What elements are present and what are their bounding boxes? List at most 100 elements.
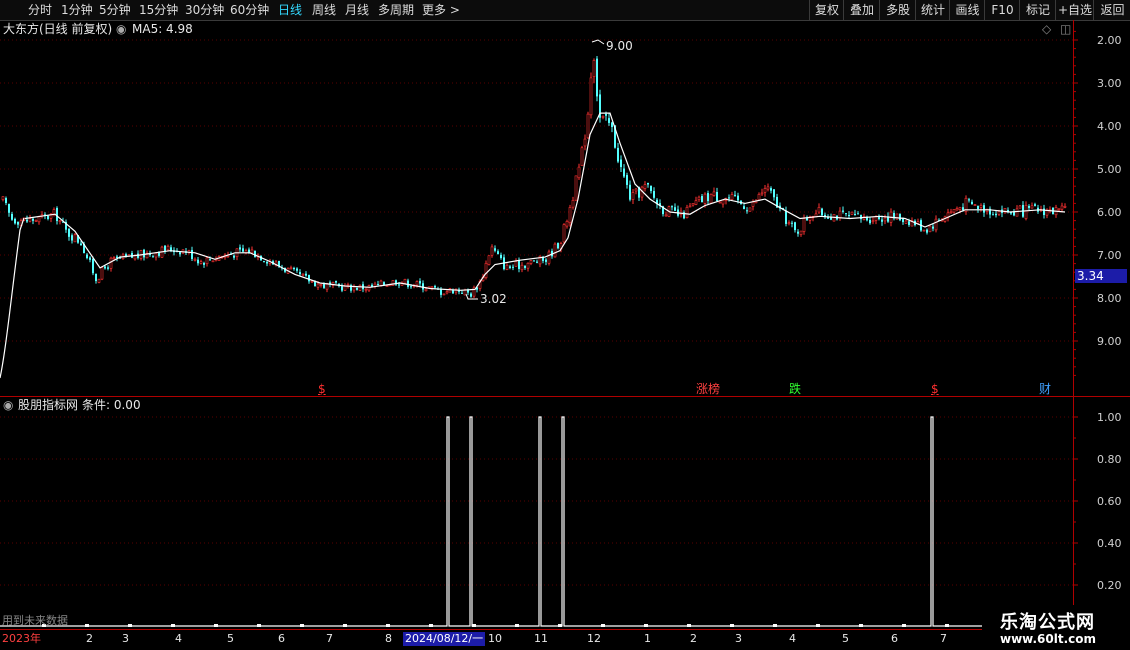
candle-body — [301, 273, 305, 276]
x-axis-label: 12 — [587, 632, 601, 645]
candle-body — [869, 219, 871, 224]
x-axis-label: 2 — [86, 632, 93, 645]
indicator-y-label: 0.60 — [1097, 495, 1122, 508]
candle-body — [748, 207, 752, 212]
candle-body — [364, 288, 368, 291]
candle-body — [802, 218, 806, 232]
candle-body — [410, 286, 412, 288]
event-marker[interactable]: 涨榜 — [696, 382, 720, 396]
candle-body — [962, 207, 964, 211]
candle-body — [592, 60, 596, 77]
candle-body — [536, 261, 538, 263]
indicator-dot — [257, 624, 261, 627]
candle-body — [335, 281, 337, 283]
candle-body — [211, 260, 215, 263]
candle-body — [565, 221, 569, 227]
candle-body — [854, 213, 856, 216]
chart-area: 9.00 8.00 7.00 6.00 5.00 4.00 3.00 2.00 1.00 0.80… — [0, 20, 1130, 648]
candle-body — [377, 283, 379, 285]
indicator-dot — [343, 624, 347, 627]
candle-body — [703, 193, 707, 204]
candle-body — [179, 252, 181, 255]
candle-body — [928, 225, 932, 233]
x-axis-label: 6 — [891, 632, 898, 645]
candle-body — [358, 284, 362, 291]
candle-body — [497, 251, 499, 255]
watermark-url: www.60lt.com — [1000, 632, 1097, 646]
candle-body — [484, 263, 488, 279]
candle-body — [830, 217, 832, 220]
candle-body — [728, 197, 730, 199]
x-axis-label: 4 — [789, 632, 796, 645]
indicator-settings-icon[interactable]: ◉ — [3, 398, 13, 412]
candle-body — [143, 249, 145, 258]
candle-body — [821, 208, 823, 216]
candle-body — [512, 266, 514, 268]
candle-body — [557, 243, 559, 249]
candle-body — [95, 273, 97, 282]
watermark: 乐淘公式网 www.60lt.com — [982, 605, 1130, 650]
candle-body — [152, 256, 154, 258]
candle-body — [589, 77, 593, 116]
candle-body — [895, 213, 899, 220]
candle-body — [487, 255, 491, 265]
diamond-icon[interactable]: ◇ — [1042, 22, 1051, 36]
candle-body — [707, 193, 709, 202]
indicator-signal-line — [0, 416, 1073, 627]
candle-body — [319, 284, 323, 286]
candle-body — [419, 281, 421, 284]
candle-body — [718, 201, 722, 204]
indicator-dot — [902, 624, 906, 627]
indicator-dot — [945, 624, 949, 627]
ma-settings-icon[interactable]: ◉ — [116, 22, 126, 36]
candle-body — [1003, 208, 1007, 214]
candle-body — [518, 259, 520, 269]
candle-body — [47, 215, 49, 219]
high-price-label: 9.00 — [606, 39, 633, 53]
candle-body — [529, 260, 533, 264]
candle-body — [787, 222, 791, 225]
candle-body — [997, 211, 1001, 215]
indicator-dot — [730, 624, 734, 627]
candle-body — [166, 245, 170, 251]
candle-body — [296, 268, 298, 271]
candle-body — [701, 196, 703, 203]
candle-body — [346, 284, 350, 286]
candle-body — [191, 250, 193, 259]
event-marker[interactable]: $ — [318, 382, 326, 396]
candle-body — [254, 250, 256, 257]
candle-body — [977, 205, 979, 210]
candle-body — [11, 213, 13, 220]
candle-body — [691, 203, 695, 206]
candle-body — [1, 196, 5, 200]
candle-body — [871, 220, 875, 223]
candle-body — [577, 166, 581, 179]
y-axis-label: 4.00 — [1097, 120, 1122, 133]
event-marker[interactable]: 财 — [1039, 382, 1051, 396]
x-axis-label: 2024/08/12/一 — [403, 632, 486, 646]
candle-body — [1045, 210, 1049, 216]
candle-body — [791, 222, 793, 224]
candle-body — [571, 200, 575, 208]
candle-body — [1010, 212, 1012, 214]
candle-body — [842, 210, 844, 212]
x-axis-label: 8 — [385, 632, 392, 645]
candle-body — [737, 195, 739, 201]
indicator-dot — [386, 624, 390, 627]
indicator-dot — [558, 624, 562, 627]
candle-body — [857, 213, 859, 215]
event-marker[interactable]: $ — [931, 382, 939, 396]
candle-body — [922, 229, 926, 232]
candle-body — [568, 207, 572, 224]
indicator-dot — [687, 624, 691, 627]
candle-body — [403, 279, 407, 284]
candle-body — [197, 259, 199, 264]
panel-toggle-icon[interactable]: ◫ — [1060, 22, 1071, 36]
candle-body — [1030, 205, 1034, 209]
candle-body — [631, 192, 635, 200]
event-marker[interactable]: 跌 — [789, 382, 801, 396]
candle-body — [671, 206, 673, 208]
x-axis-label: 7 — [940, 632, 947, 645]
candle-body — [250, 249, 254, 254]
candle-body — [983, 205, 985, 213]
